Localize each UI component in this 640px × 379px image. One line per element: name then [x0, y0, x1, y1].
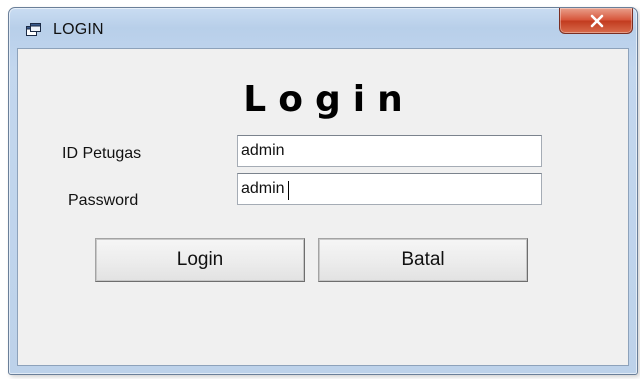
cancel-button[interactable]: Batal	[318, 238, 528, 282]
login-window: LOGIN Login ID Petugas Password Login Ba…	[8, 7, 638, 375]
title-bar[interactable]: LOGIN	[9, 8, 637, 48]
password-input[interactable]	[237, 173, 542, 205]
window-app-icon	[26, 23, 42, 37]
text-caret	[288, 181, 289, 200]
form-heading: Login	[243, 79, 415, 120]
close-button[interactable]	[559, 8, 633, 34]
form-body: Login ID Petugas Password Login Batal	[17, 48, 629, 366]
close-icon	[590, 14, 604, 28]
id-petugas-input[interactable]	[237, 135, 542, 167]
password-label: Password	[68, 192, 139, 209]
window-title: LOGIN	[53, 21, 104, 38]
login-button[interactable]: Login	[95, 238, 305, 282]
id-petugas-label: ID Petugas	[62, 145, 142, 162]
